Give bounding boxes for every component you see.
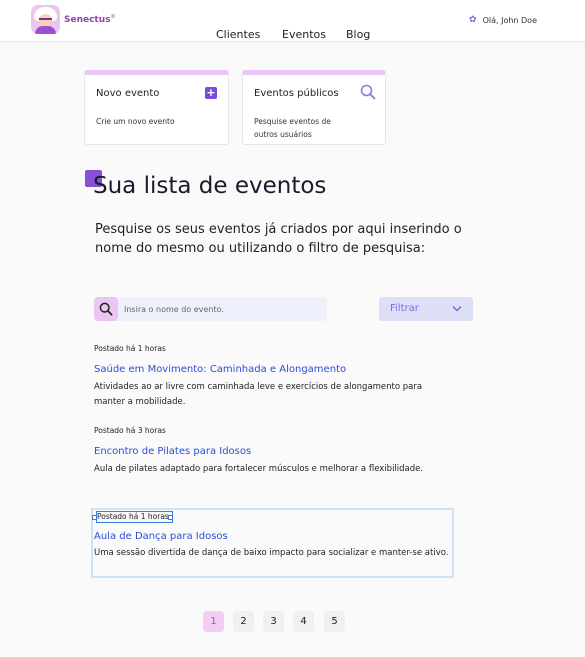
avatar-logo-icon	[31, 5, 60, 34]
top-navbar: Senectus® Clientes Eventos Blog ✿ Olá, J…	[0, 0, 585, 41]
new-event-card[interactable]: Novo evento + Crie um novo evento	[84, 70, 229, 145]
user-menu[interactable]: ✿ Olá, John Doe	[469, 15, 537, 25]
search-icon	[99, 302, 113, 316]
page-title: Sua lista de eventos	[93, 173, 327, 199]
search-input[interactable]	[124, 297, 322, 321]
nav-item-eventos[interactable]: Eventos	[282, 28, 326, 41]
nav-item-clientes[interactable]: Clientes	[216, 28, 260, 41]
page-subtitle: Pesquise os seus eventos já criados por …	[95, 222, 462, 256]
event-title-link[interactable]: Aula de Dança para Idosos	[94, 531, 228, 542]
search-button[interactable]	[94, 297, 118, 321]
chevron-down-icon	[452, 305, 462, 312]
nav-item-blog[interactable]: Blog	[346, 28, 370, 41]
page-button-2[interactable]: 2	[233, 611, 254, 632]
card-title: Eventos públicos	[254, 88, 339, 99]
gear-icon: ✿	[469, 15, 477, 25]
event-title-link[interactable]: Encontro de Pilates para Idosos	[94, 446, 251, 457]
plus-icon[interactable]: +	[205, 87, 217, 99]
event-posted-time: Postado há 1 horas	[94, 344, 166, 353]
event-item[interactable]: Postado há 1 horas Saúde em Movimento: C…	[94, 344, 452, 407]
public-events-card[interactable]: Eventos públicos Pesquise eventos de out…	[242, 70, 386, 145]
event-item[interactable]: Postado há 3 horas Encontro de Pilates p…	[94, 426, 452, 474]
event-posted-time: Postado há 3 horas	[94, 426, 166, 435]
page-button-5[interactable]: 5	[324, 611, 345, 632]
page-button-4[interactable]: 4	[293, 611, 314, 632]
page-button-3[interactable]: 3	[263, 611, 284, 632]
event-description: Atividades ao ar livre com caminhada lev…	[94, 382, 423, 407]
user-greeting: Olá, John Doe	[482, 15, 537, 25]
page-button-1[interactable]: 1	[203, 611, 224, 632]
event-description: Aula de pilates adaptado para fortalecer…	[94, 464, 424, 474]
brand-name: Senectus®	[64, 14, 116, 25]
event-description: Uma sessão divertida de dança de baixo i…	[94, 548, 449, 558]
filter-dropdown[interactable]: Filtrar	[379, 297, 473, 321]
event-item[interactable]: . Aula de Dança para Idosos Uma sessão d…	[94, 511, 452, 558]
search-icon[interactable]	[360, 84, 376, 100]
card-title: Novo evento	[96, 88, 160, 99]
event-title-link[interactable]: Saúde em Movimento: Caminhada e Alongame…	[94, 364, 346, 375]
card-description: Crie um novo evento	[96, 117, 175, 126]
filter-label: Filtrar	[390, 303, 419, 314]
card-description: Pesquise eventos de outros usuários	[254, 117, 331, 139]
search-bar	[94, 297, 327, 321]
brand-logo[interactable]: Senectus®	[31, 5, 116, 34]
